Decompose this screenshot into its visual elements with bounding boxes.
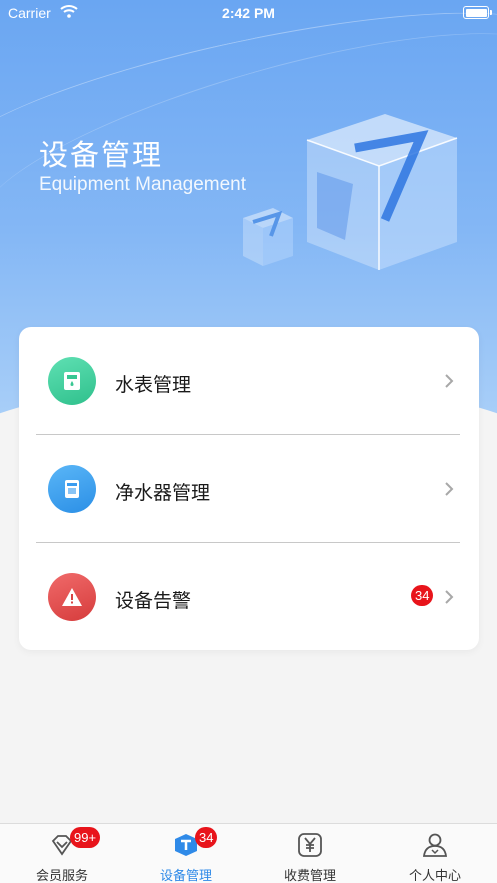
menu-item-water-purifier[interactable]: 净水器管理 <box>19 435 479 543</box>
status-bar: Carrier 2:42 PM <box>0 0 497 26</box>
menu-item-label: 设备告警 <box>115 591 192 612</box>
menu-item-label: 水表管理 <box>115 375 192 396</box>
status-time: 2:42 PM <box>222 5 275 21</box>
menu-item-label: 净水器管理 <box>115 483 211 504</box>
tab-member-service[interactable]: 99+ 会员服务 <box>0 824 124 883</box>
tab-badge: 99+ <box>70 827 101 848</box>
menu-item-water-meter[interactable]: 水表管理 <box>19 327 479 435</box>
tab-bar: 99+ 会员服务 34 设备管理 收费管理 个人中心 <box>0 823 497 883</box>
page-subtitle: Equipment Management <box>39 174 247 195</box>
alarm-count-badge: 34 <box>411 585 434 606</box>
cube-illustration <box>243 114 458 270</box>
tab-equipment-management[interactable]: 34 设备管理 <box>124 824 248 883</box>
tab-personal-center[interactable]: 个人中心 <box>373 824 497 883</box>
tab-billing-management[interactable]: 收费管理 <box>248 824 372 883</box>
tab-label: 会员服务 <box>35 868 88 883</box>
chevron-right-icon <box>445 482 454 496</box>
chevron-right-icon <box>445 590 454 604</box>
equipment-menu-card: 水表管理 净水器管理 设备告警 34 <box>19 327 479 650</box>
chevron-right-icon <box>445 374 454 388</box>
tab-label: 收费管理 <box>283 868 336 883</box>
battery-icon <box>463 6 492 19</box>
page-title: 设备管理 <box>39 140 164 172</box>
menu-item-device-alarm[interactable]: 设备告警 34 <box>19 543 479 651</box>
warning-icon <box>48 573 96 621</box>
tab-label: 个人中心 <box>408 868 461 883</box>
yen-icon <box>298 833 322 857</box>
water-purifier-icon <box>48 465 96 513</box>
water-meter-icon <box>48 357 96 405</box>
tab-label: 设备管理 <box>159 868 212 883</box>
person-icon <box>422 833 448 857</box>
tab-badge: 34 <box>195 827 218 848</box>
